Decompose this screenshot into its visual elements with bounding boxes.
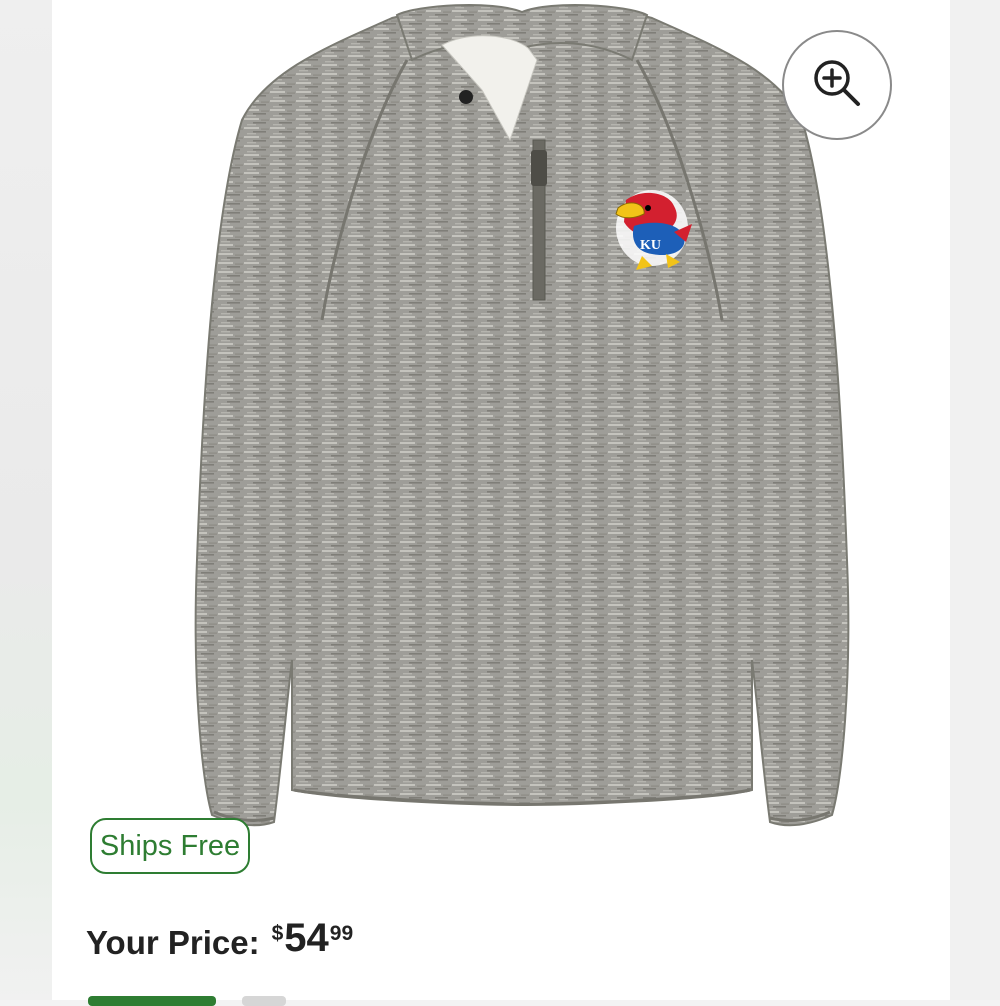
price-label: Your Price: [86,924,260,961]
price-dollars: 54 [284,916,329,960]
add-to-cart-button[interactable] [88,996,216,1006]
jayhawk-logo-text: KU [640,238,661,253]
zoom-in-icon [809,55,865,116]
ships-free-label: Ships Free [99,829,241,862]
price-cents: 99 [329,922,354,945]
price-value: $ 54 99 [272,916,354,960]
product-card: KU Ships Free Your Price: $ 54 99 [52,0,950,1006]
product-image[interactable]: KU [192,0,852,840]
price-currency: $ [271,922,284,945]
zoom-button[interactable] [782,30,892,140]
right-page-edge [950,0,1000,1000]
secondary-button[interactable] [242,996,286,1006]
price-row: Your Price: $ 54 99 [86,916,353,976]
ships-free-badge: Ships Free [90,818,250,874]
left-page-edge [0,0,52,1000]
